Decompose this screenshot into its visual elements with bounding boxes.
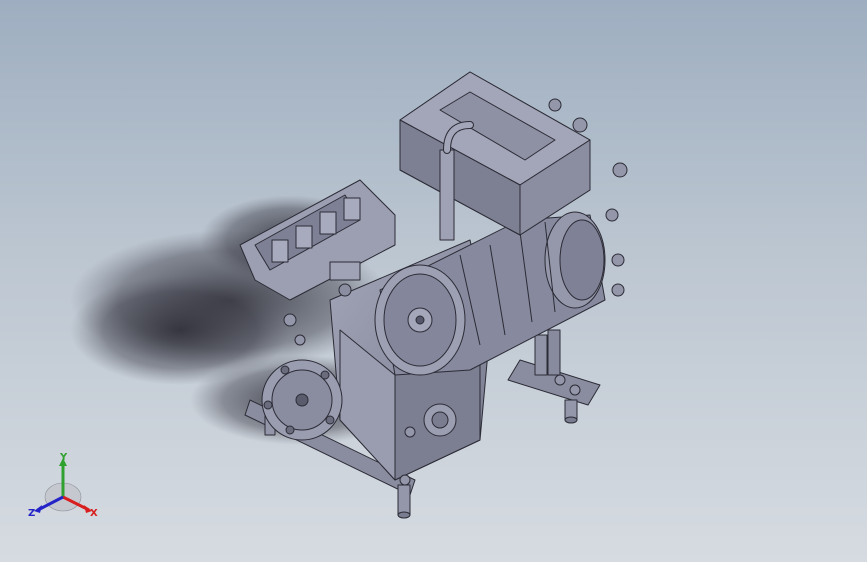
triad-y-label: Y bbox=[59, 452, 68, 463]
triad-x-label: X bbox=[90, 508, 98, 519]
compressor-model[interactable] bbox=[239, 71, 628, 519]
triad-z-label: Z bbox=[28, 508, 35, 519]
graphics-viewport[interactable]: Y X Z bbox=[0, 0, 867, 562]
reference-triad: Y X Z bbox=[28, 452, 98, 519]
model-canvas[interactable]: Y X Z bbox=[0, 0, 867, 562]
